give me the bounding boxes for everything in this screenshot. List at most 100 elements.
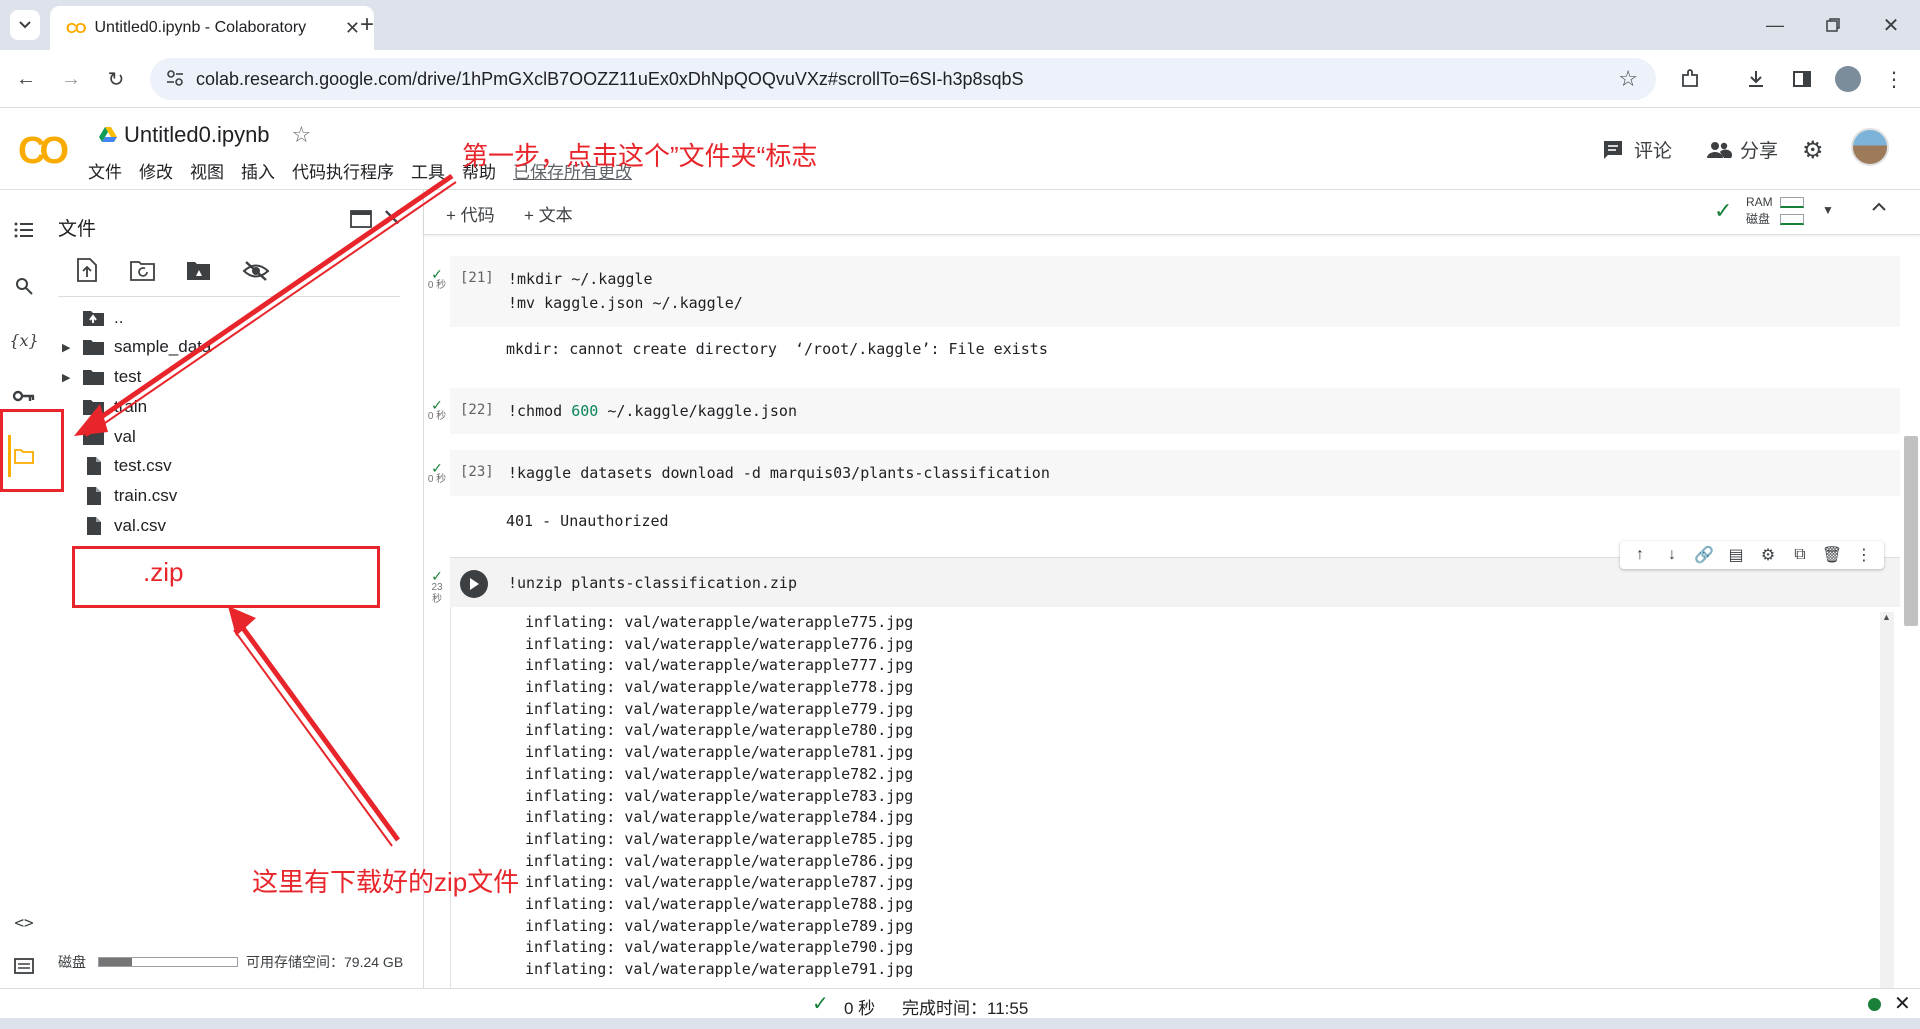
code-snippets-icon[interactable]: <> (10, 908, 38, 936)
ram-meter (1780, 197, 1804, 208)
file-tree-label: test (114, 367, 142, 386)
browser-tab[interactable]: CO Untitled0.ipynb - Colaboratory ✕ (50, 6, 374, 50)
status-duration: 0 秒 (844, 999, 876, 1018)
forward-button[interactable]: → (55, 63, 87, 95)
reload-button[interactable]: ↻ (100, 63, 132, 95)
log-line: inflating: val/waterapple/waterapple780.… (525, 721, 914, 740)
open-in-tab-icon[interactable] (350, 210, 372, 233)
hide-files-icon[interactable] (242, 260, 270, 287)
extensions-icon[interactable] (1674, 63, 1706, 95)
menu-view[interactable]: 视图 (190, 158, 224, 183)
restore-icon (1826, 18, 1840, 32)
code-cell-21[interactable]: [21] !mkdir ~/.kaggle !mv kaggle.json ~/… (450, 256, 1900, 327)
restore-button[interactable] (1818, 10, 1848, 40)
file-item[interactable]: val.csv (62, 514, 166, 538)
tab-search-button[interactable] (10, 10, 40, 40)
log-line: inflating: val/waterapple/waterapple791.… (525, 960, 914, 978)
add-text-button[interactable]: + 文本 (524, 201, 573, 226)
folder-item[interactable]: ▶ test (62, 365, 141, 389)
notebook-toolbar: + 代码 + 文本 ✓ RAM 磁盘 ▼ (424, 190, 1920, 235)
folder-item[interactable]: train (62, 395, 147, 419)
star-icon[interactable]: ☆ (292, 122, 312, 148)
window-close-button[interactable]: ✕ (1876, 10, 1906, 40)
disk-label: 磁盘 (58, 954, 86, 970)
runtime-dropdown-icon[interactable]: ▼ (1822, 203, 1834, 217)
add-code-button[interactable]: + 代码 (446, 201, 495, 226)
profile-avatar[interactable] (1832, 63, 1864, 95)
mount-drive-icon[interactable] (186, 260, 212, 287)
log-line: inflating: val/waterapple/waterapple776.… (525, 634, 914, 653)
ram-label: RAM (1746, 195, 1773, 209)
new-tab-button[interactable]: + (352, 10, 382, 40)
file-tree-label: .. (114, 308, 124, 327)
browser-menu-icon[interactable]: ⋮ (1878, 63, 1910, 95)
unzip-cell-exec-status: ✓ 23 秒 (431, 568, 443, 605)
refresh-folder-icon[interactable] (130, 260, 156, 287)
menu-file[interactable]: 文件 (88, 158, 122, 183)
move-up-icon[interactable]: ↑ (1628, 546, 1652, 564)
code-cell-23[interactable]: [23] !kaggle datasets download -d marqui… (450, 450, 1900, 496)
notebook-title-text: Untitled0.ipynb (124, 122, 270, 147)
page-scrollbar[interactable] (1904, 436, 1918, 626)
close-panel-icon[interactable]: ✕ (382, 204, 402, 233)
notebook-title[interactable]: Untitled0.ipynb ☆ (98, 122, 311, 148)
collapse-header-icon[interactable] (1870, 198, 1888, 221)
code-cell-22[interactable]: [22] !chmod 600 ~/.kaggle/kaggle.json (450, 388, 1900, 434)
cell-22-line-1: !chmod 600 ~/.kaggle/kaggle.json (508, 402, 797, 420)
site-info-icon[interactable] (166, 69, 184, 92)
comment-cell-icon[interactable]: ▤ (1724, 545, 1748, 565)
cell-21-output: mkdir: cannot create directory ‘/root/.k… (506, 340, 1048, 358)
expand-caret-icon[interactable]: ▶ (62, 341, 82, 354)
menu-tools[interactable]: 工具 (411, 158, 445, 183)
colab-logo[interactable]: CO (18, 130, 69, 173)
comment-button[interactable]: 评论 (1602, 136, 1672, 163)
secrets-key-icon[interactable] (10, 382, 38, 410)
colab-header: CO Untitled0.ipynb ☆ 文件 修改 视图 插入 代码执行程序 … (0, 108, 1920, 190)
cell-21-exec-status: ✓ 0 秒 (427, 266, 447, 291)
log-line: inflating: val/waterapple/waterapple775.… (525, 613, 914, 631)
menu-insert[interactable]: 插入 (241, 158, 275, 183)
bookmark-star-icon[interactable]: ☆ (1618, 66, 1638, 92)
mirror-cell-icon[interactable]: ⧉ (1788, 546, 1812, 564)
settings-button[interactable]: ⚙ (1802, 136, 1824, 165)
variables-icon[interactable]: {x} (9, 326, 38, 354)
search-icon[interactable] (10, 272, 38, 300)
folder-item[interactable]: val (62, 425, 136, 449)
tab-title: Untitled0.ipynb - Colaboratory (94, 19, 307, 36)
status-close-icon[interactable]: ✕ (1894, 991, 1911, 1016)
file-item[interactable]: test.csv (62, 454, 172, 478)
toc-icon[interactable] (10, 216, 38, 244)
comment-label: 评论 (1634, 141, 1673, 162)
side-panel-icon[interactable] (1786, 63, 1818, 95)
log-line: inflating: val/waterapple/waterapple790.… (525, 938, 914, 957)
cell-settings-gear-icon[interactable]: ⚙ (1756, 545, 1780, 565)
menu-runtime[interactable]: 代码执行程序 (292, 158, 394, 183)
annotation-step1: 第一步，点击这个”文件夹“标志 (462, 141, 818, 171)
log-line: inflating: val/waterapple/waterapple788.… (525, 894, 914, 913)
url-text: colab.research.google.com/drive/1hPmGXcl… (196, 68, 1024, 89)
more-options-icon[interactable]: ⋮ (1852, 545, 1876, 565)
download-icon[interactable] (1740, 63, 1772, 95)
unzip-cell-line-1: !unzip plants-classification.zip (508, 574, 797, 592)
command-palette-icon[interactable] (10, 952, 38, 980)
menu-edit[interactable]: 修改 (139, 158, 173, 183)
output-scrollbar[interactable]: ▲ (1880, 612, 1894, 988)
log-line: inflating: val/waterapple/waterapple785.… (525, 829, 914, 848)
upload-file-icon[interactable] (76, 258, 98, 287)
account-avatar[interactable] (1851, 128, 1889, 166)
parent-folder-item[interactable]: .. (62, 306, 123, 330)
file-item[interactable]: train.csv (62, 484, 177, 508)
gear-icon: ⚙ (1802, 137, 1824, 164)
share-button[interactable]: 分享 (1706, 136, 1778, 163)
expand-caret-icon[interactable]: ▶ (62, 371, 82, 384)
resources-indicator[interactable]: RAM 磁盘 (1746, 194, 1773, 228)
minimize-button[interactable]: — (1760, 10, 1790, 40)
move-down-icon[interactable]: ↓ (1660, 546, 1684, 564)
delete-cell-icon[interactable]: 🗑 (1820, 545, 1844, 565)
run-cell-button[interactable] (460, 570, 488, 598)
cell-21-number: [21] (460, 270, 494, 286)
back-button[interactable]: ← (10, 63, 42, 95)
link-icon[interactable]: 🔗 (1692, 545, 1716, 565)
url-bar[interactable]: colab.research.google.com/drive/1hPmGXcl… (150, 58, 1656, 100)
folder-item[interactable]: ▶ sample_data (62, 335, 211, 359)
